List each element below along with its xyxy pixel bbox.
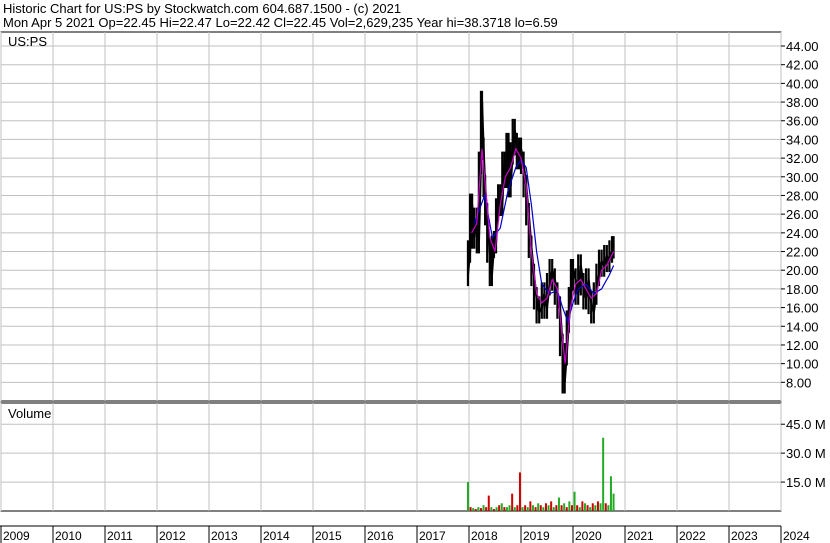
x-tick-label: 2018 — [471, 529, 498, 543]
y-tick-label: 38.00 — [786, 95, 819, 110]
x-tick-label: 2014 — [263, 529, 290, 543]
price-panel-title: US:PS — [8, 34, 47, 49]
x-tick-label: 2022 — [679, 529, 706, 543]
y-tick-label: 26.00 — [786, 207, 819, 222]
y-tick-label: 44.00 — [786, 39, 819, 54]
y-tick-label: 18.00 — [786, 282, 819, 297]
volume-tick-label: 15.0 M — [786, 475, 826, 490]
y-tick-label: 36.00 — [786, 114, 819, 129]
volume-panel-title: Volume — [8, 406, 51, 421]
x-tick-label: 2013 — [211, 529, 238, 543]
volume-tick-label: 30.0 M — [786, 446, 826, 461]
x-tick-label: 2017 — [419, 529, 446, 543]
x-tick-label: 2016 — [367, 529, 394, 543]
y-tick-label: 32.00 — [786, 151, 819, 166]
y-tick-label: 28.00 — [786, 188, 819, 203]
volume-tick-label: 45.0 M — [786, 417, 826, 432]
y-tick-label: 16.00 — [786, 301, 819, 316]
x-tick-label: 2011 — [107, 529, 133, 543]
y-tick-label: 42.00 — [786, 58, 819, 73]
y-tick-label: 40.00 — [786, 76, 819, 91]
x-tick-label: 2010 — [55, 529, 82, 543]
x-tick-label: 2012 — [159, 529, 186, 543]
price-panel — [0, 31, 782, 402]
stock-chart: 44.00 42.00 40.00 38.00 36.00 34.00 32.00 30.00… — [0, 31, 826, 543]
y-tick-label: 20.00 — [786, 263, 819, 278]
x-tick-label: 2020 — [575, 529, 602, 543]
x-tick-label: 2015 — [315, 529, 342, 543]
y-tick-label: 30.00 — [786, 170, 819, 185]
x-tick-label: 2024 — [783, 529, 810, 543]
x-tick-label: 2009 — [3, 529, 30, 543]
y-tick-label: 8.00 — [786, 375, 811, 390]
y-tick-label: 34.00 — [786, 132, 819, 147]
y-tick-label: 14.00 — [786, 319, 819, 334]
y-tick-label: 22.00 — [786, 245, 819, 260]
y-tick-label: 10.00 — [786, 357, 819, 372]
x-tick-label: 2021 — [627, 529, 654, 543]
x-tick-label: 2019 — [523, 529, 550, 543]
y-tick-label: 12.00 — [786, 338, 819, 353]
y-tick-label: 24.00 — [786, 226, 819, 241]
x-tick-label: 2023 — [731, 529, 758, 543]
volume-panel — [0, 402, 782, 512]
